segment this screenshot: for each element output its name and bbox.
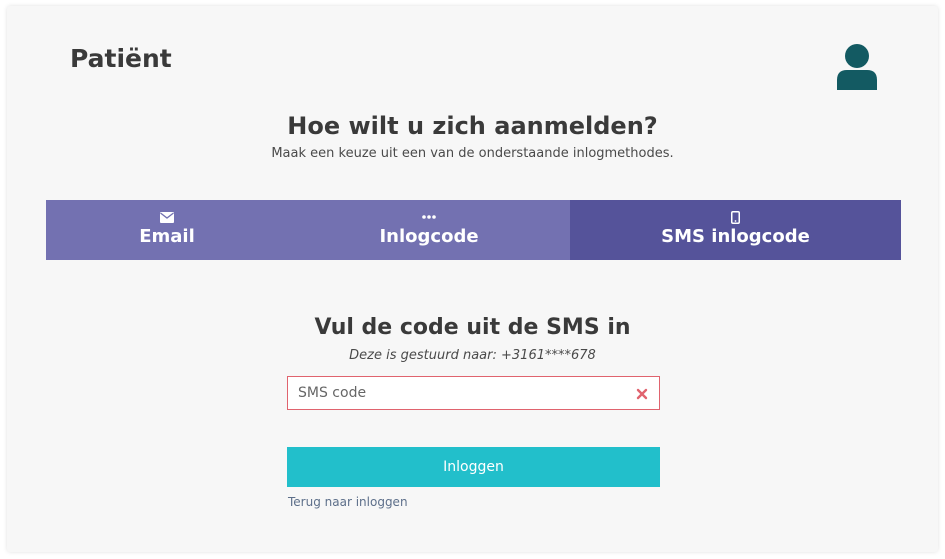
- tab-email[interactable]: Email: [46, 200, 288, 260]
- user-icon[interactable]: [837, 44, 877, 90]
- tab-inlogcode-label: Inlogcode: [379, 226, 479, 247]
- tab-sms-inlogcode-label: SMS inlogcode: [661, 226, 810, 247]
- sms-sent-to-note: Deze is gestuurd naar: +3161****678: [349, 348, 596, 363]
- tab-email-label: Email: [139, 226, 195, 247]
- sms-code-field: [287, 376, 660, 410]
- login-button[interactable]: Inloggen: [287, 447, 660, 487]
- back-to-login-link[interactable]: Terug naar inloggen: [288, 495, 408, 509]
- login-card: Patiënt Hoe wilt u zich aanmelden? Maak …: [7, 6, 938, 552]
- login-method-heading: Hoe wilt u zich aanmelden?: [287, 112, 658, 140]
- mobile-phone-icon: [731, 210, 740, 224]
- tab-sms-inlogcode[interactable]: SMS inlogcode: [570, 200, 901, 260]
- tab-inlogcode[interactable]: Inlogcode: [288, 200, 570, 260]
- sms-code-input[interactable]: [288, 377, 628, 409]
- envelope-icon: [160, 210, 174, 224]
- sms-form-title: Vul de code uit de SMS in: [314, 315, 631, 340]
- dots-icon: [422, 210, 436, 224]
- login-method-subheading: Maak een keuze uit een van de onderstaan…: [271, 146, 674, 161]
- page-title: Patiënt: [70, 44, 172, 73]
- close-icon[interactable]: [635, 386, 649, 400]
- login-method-tabs: Email Inlogcode SMS inlogcode: [46, 200, 901, 260]
